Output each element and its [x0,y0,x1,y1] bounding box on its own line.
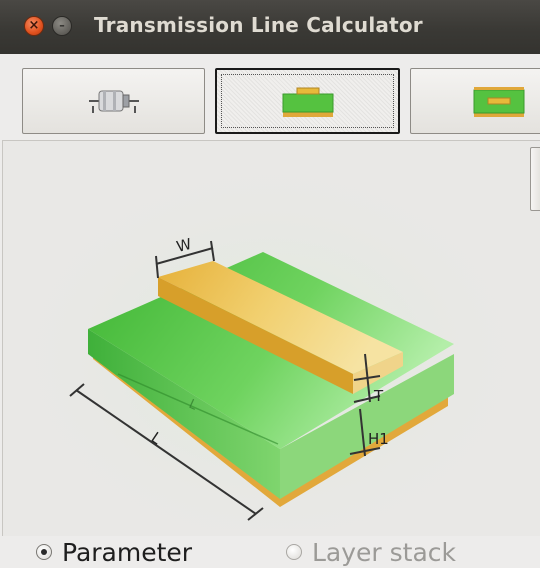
close-icon: × [28,18,40,33]
radio-layer-stack-label: Layer stack [312,537,457,567]
title-bar: × – Transmission Line Calculator [0,0,540,55]
radio-parameter-label: Parameter [62,537,193,567]
label-t: T [373,387,384,405]
label-h1: H1 [368,430,389,448]
tab-microstrip[interactable] [215,68,400,134]
tab-stripline[interactable] [410,68,540,134]
minimize-icon: – [59,19,65,32]
microstrip-diagram: W T H1 L L [18,144,523,529]
side-toggle-button[interactable] [530,147,540,211]
microstrip-icon [282,87,333,117]
tab-coaxial[interactable] [22,68,205,134]
radio-parameter[interactable]: Parameter [36,536,192,568]
window-title: Transmission Line Calculator [94,13,423,37]
radio-layer-stack[interactable]: Layer stack [286,536,456,568]
main-content: W T H1 L L Parameter Layer stack [0,54,540,568]
minimize-button[interactable]: – [52,16,72,36]
radio-layer-stack-indicator[interactable] [286,544,302,560]
stripline-icon [473,87,525,117]
radio-parameter-indicator[interactable] [36,544,52,560]
close-button[interactable]: × [24,16,44,36]
coax-cable-icon [88,90,139,113]
